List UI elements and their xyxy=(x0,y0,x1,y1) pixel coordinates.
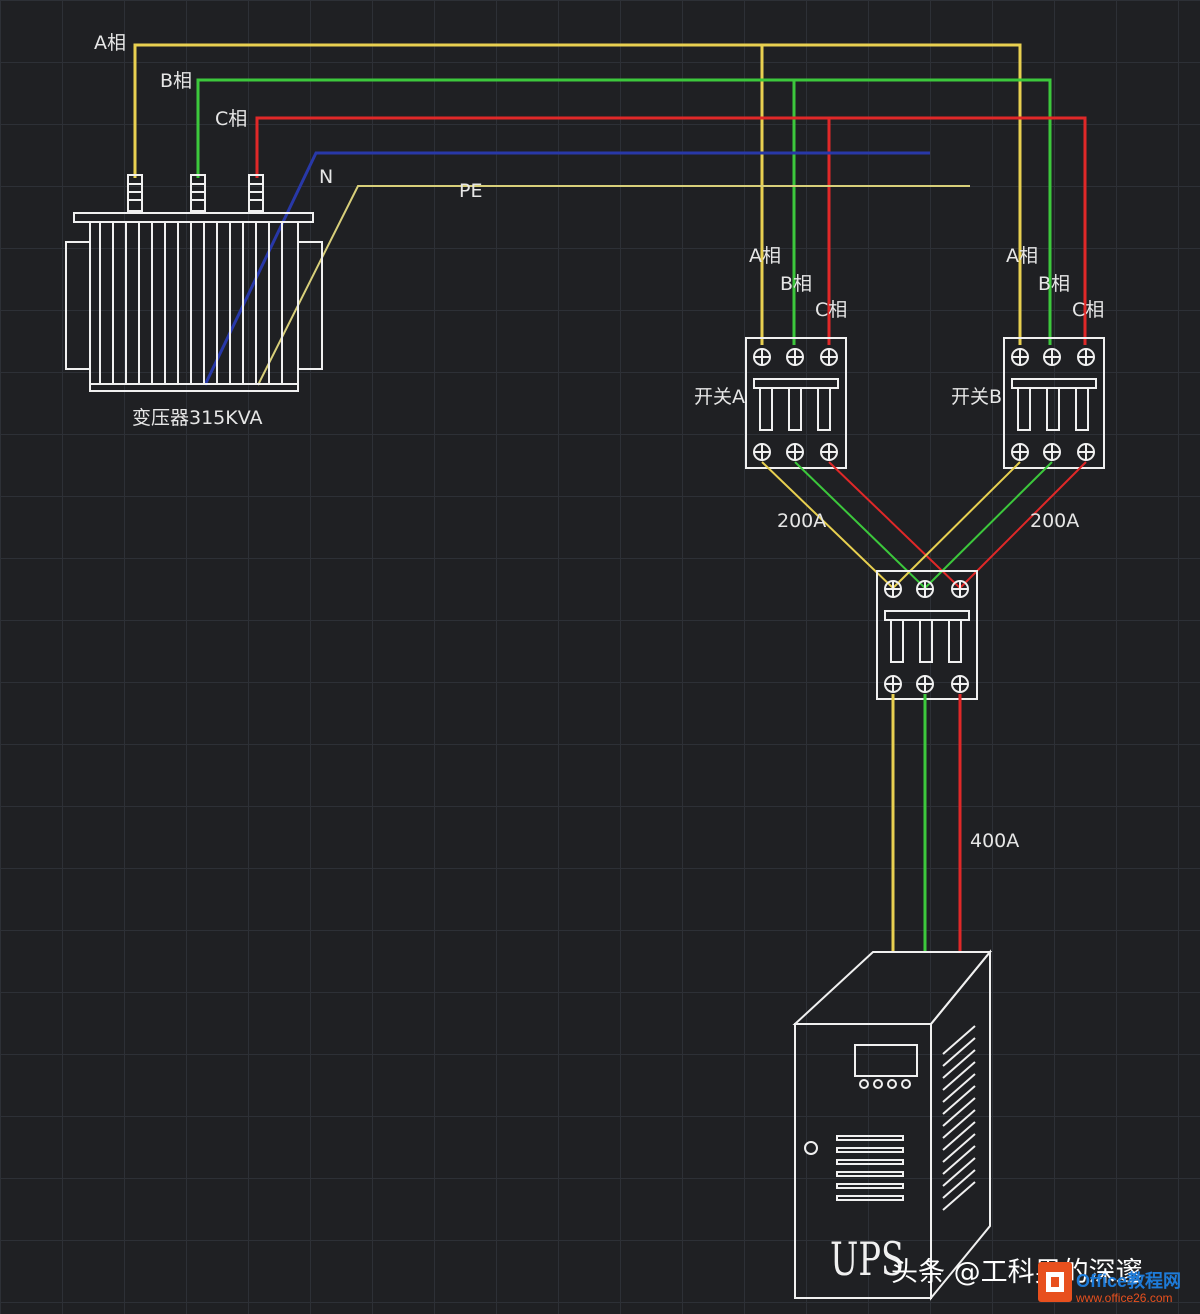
switch-b-rating: 200A xyxy=(1030,510,1079,532)
combiner-switch-bar xyxy=(884,610,970,621)
terminal-screw-icon xyxy=(753,348,771,366)
main-feed-rating: 400A xyxy=(970,830,1019,852)
terminal-screw-icon xyxy=(1043,443,1061,461)
switch-b-label: 开关B xyxy=(951,386,1002,408)
terminal-screw-icon xyxy=(786,443,804,461)
ups-side-vent-slot xyxy=(942,1097,976,1127)
ups-buttons xyxy=(859,1079,911,1089)
transformer-left-radiator xyxy=(65,241,91,370)
ups-side-vent-slot xyxy=(942,1073,976,1103)
transformer-top-plate xyxy=(73,212,314,223)
switch-a-label: 开关A xyxy=(694,386,745,408)
switch-b-bar xyxy=(1011,378,1097,389)
bus-label-c: C相 xyxy=(215,108,247,130)
terminal-screw-icon xyxy=(820,348,838,366)
watermark-site-url: www.office26.com xyxy=(1075,1291,1173,1305)
ups-side-vent-slot xyxy=(942,1145,976,1175)
terminal-screw-icon xyxy=(753,443,771,461)
ups-side-vent-slot xyxy=(942,1157,976,1187)
ups-side-vent-slot xyxy=(942,1169,976,1199)
bus-label-a: A相 xyxy=(94,32,126,54)
ups-side-vents xyxy=(942,1025,976,1211)
terminal-screw-icon xyxy=(951,580,969,598)
ups-vent-slot xyxy=(836,1135,904,1141)
ups-display xyxy=(854,1044,918,1077)
bus-label-pe: PE xyxy=(459,180,482,202)
switch-a-contacts xyxy=(759,388,831,431)
terminal-screw-icon xyxy=(1011,348,1029,366)
phase-a-bus xyxy=(133,43,1022,345)
terminal-screw-icon xyxy=(884,580,902,598)
transformer-body xyxy=(89,221,299,385)
transformer-right-radiator xyxy=(297,241,323,370)
terminal-screw-icon xyxy=(951,675,969,693)
transformer-bushing-b xyxy=(190,174,206,212)
neutral-line xyxy=(203,151,930,386)
bus-label-b: B相 xyxy=(160,70,192,92)
phase-b-bus xyxy=(196,78,1052,345)
terminal-screw-icon xyxy=(1077,348,1095,366)
combiner-switch-terminals xyxy=(884,580,969,693)
switch-b-phase-b-label: B相 xyxy=(1038,273,1070,295)
ups-vent-slot xyxy=(836,1159,904,1165)
ups-side-vent-slot xyxy=(942,1085,976,1115)
ups-side-vent-slot xyxy=(942,1181,976,1211)
switch-a-terminals xyxy=(753,348,838,461)
ups-vent-slot xyxy=(836,1195,904,1201)
ups-side-vent-slot xyxy=(942,1133,976,1163)
transformer-base xyxy=(89,383,299,392)
ups-key-hole xyxy=(804,1141,818,1155)
switch-b-contacts xyxy=(1017,388,1089,431)
ups-side-vent-slot xyxy=(942,1037,976,1067)
wiring-diagram: A相 B相 C相 N PE 变压器315KVA 开关A A相 B相 C相 开关B… xyxy=(65,32,1181,1305)
phase-a-line xyxy=(133,43,1022,345)
ups-side-vent-slot xyxy=(942,1049,976,1079)
transformer-label: 变压器315KVA xyxy=(132,407,263,429)
terminal-screw-icon xyxy=(916,675,934,693)
terminal-screw-icon xyxy=(1043,348,1061,366)
terminal-screw-icon xyxy=(1077,443,1095,461)
switch-b-phase-c-label: C相 xyxy=(1072,299,1104,321)
bus-label-n: N xyxy=(319,166,333,188)
switch-a-phase-a-label: A相 xyxy=(749,245,781,267)
ups-front-vents xyxy=(836,1135,904,1201)
ups-side-vent-slot xyxy=(942,1109,976,1139)
ups-vent-slot xyxy=(836,1171,904,1177)
ups-side-vent-slot xyxy=(942,1121,976,1151)
transformer xyxy=(65,174,323,392)
pe-line xyxy=(257,185,970,386)
switch-a-bar xyxy=(753,378,839,389)
terminal-screw-icon xyxy=(786,348,804,366)
ups-side xyxy=(930,949,991,1301)
phase-b-line xyxy=(196,78,1052,345)
switch-b-phase-a-label: A相 xyxy=(1006,245,1038,267)
terminal-screw-icon xyxy=(1011,443,1029,461)
switch-b-terminals xyxy=(1011,348,1095,461)
transformer-bushing-a xyxy=(127,174,143,212)
combiner-switch-contacts xyxy=(890,620,962,663)
switch-a-phase-b-label: B相 xyxy=(780,273,812,295)
terminal-screw-icon xyxy=(884,675,902,693)
switch-a-rating: 200A xyxy=(777,510,826,532)
ups-vent-slot xyxy=(836,1147,904,1153)
watermark-site-name: Office教程网 xyxy=(1076,1270,1181,1291)
switch-a-phase-c-label: C相 xyxy=(815,299,847,321)
main-feed-wires xyxy=(891,694,962,952)
transformer-fins xyxy=(99,222,283,384)
terminal-screw-icon xyxy=(820,443,838,461)
ups-side-vent-slot xyxy=(942,1061,976,1091)
ups-vent-slot xyxy=(836,1183,904,1189)
ups-side-vent-slot xyxy=(942,1025,976,1055)
terminal-screw-icon xyxy=(916,580,934,598)
transformer-bushing-c xyxy=(248,174,264,212)
